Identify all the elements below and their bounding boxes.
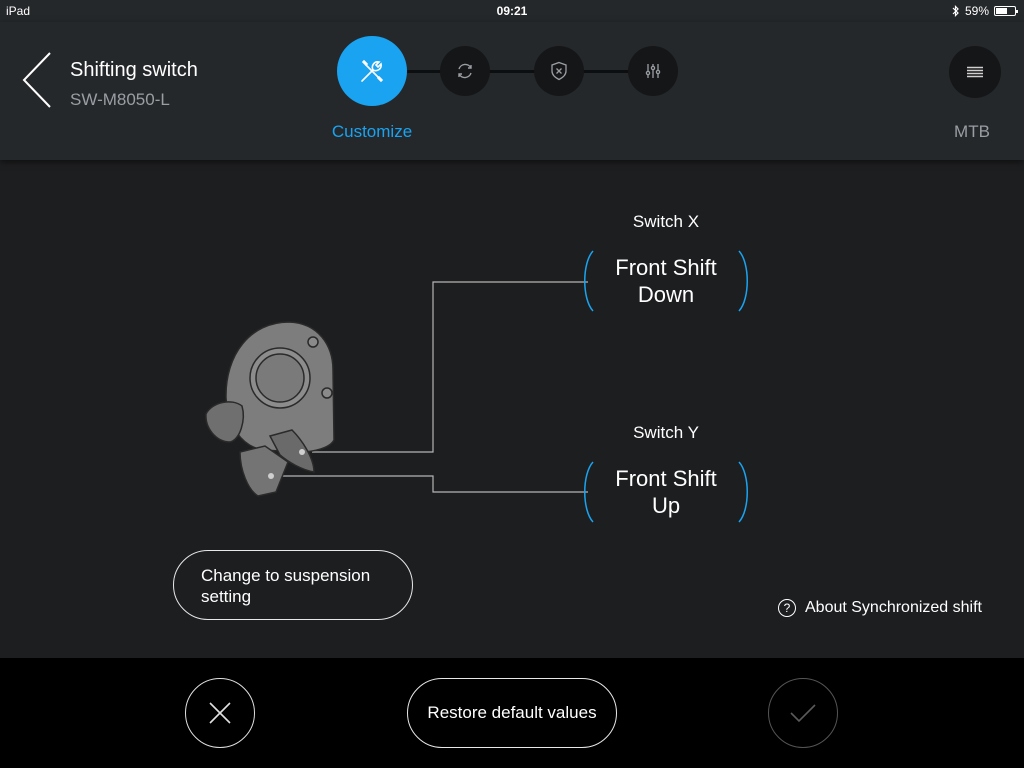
switch-y-label: Switch Y <box>633 423 699 442</box>
switch-x-function-line1: Front Shift <box>615 255 717 280</box>
switch-y-function-button[interactable]: Front Shift Up <box>581 460 751 524</box>
switch-y-function-line1: Front Shift <box>615 466 717 491</box>
switch-x-function-line2: Down <box>637 282 695 307</box>
close-icon <box>209 702 231 724</box>
help-icon: ? <box>778 599 796 617</box>
shifting-switch-image <box>205 321 335 497</box>
change-to-suspension-button[interactable]: Change to suspension setting <box>173 550 413 620</box>
restore-defaults-label: Restore default values <box>427 703 597 722</box>
restore-defaults-button[interactable]: Restore default values <box>407 678 617 748</box>
shifter-diagram <box>205 250 748 523</box>
switch-y-function-line2: Up <box>651 493 681 518</box>
about-label: About Synchronized shift <box>805 599 982 616</box>
cancel-button[interactable] <box>185 678 255 748</box>
footer-bar: Restore default values <box>0 658 1024 768</box>
switch-x-label: Switch X <box>632 212 700 231</box>
change-to-suspension-label: Change to suspension setting <box>201 566 371 606</box>
switch-x-function-button[interactable]: Front Shift Down <box>581 249 751 313</box>
checkmark-icon <box>790 704 816 723</box>
confirm-button[interactable] <box>768 678 838 748</box>
about-synchronized-shift-link[interactable]: ? About Synchronized shift <box>778 599 982 617</box>
